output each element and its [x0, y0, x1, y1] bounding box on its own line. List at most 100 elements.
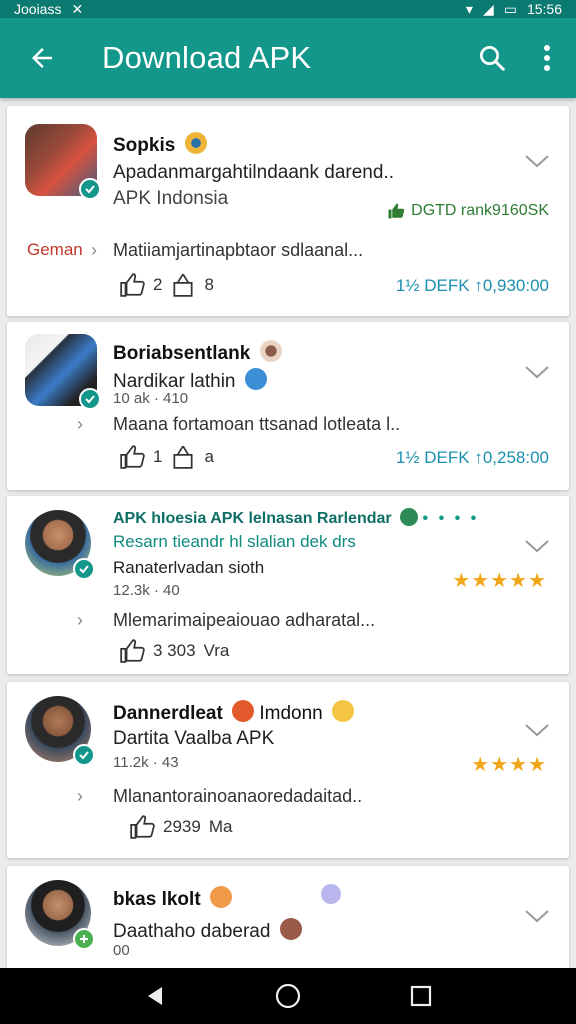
card-meta: 10 ak · 410 — [113, 390, 189, 407]
card-title-text: bkas lkolt — [113, 889, 201, 910]
back-button[interactable] — [12, 28, 72, 88]
dots-icon: • • • • — [422, 510, 480, 527]
card-title-text: APK hIoesia APK lelnasan Rarlendar — [113, 510, 392, 527]
chevron-right-icon: › — [77, 610, 83, 630]
card-title-text: Sopkis — [113, 135, 176, 156]
card-description: Mlemarimaipeaiouao adharatal... — [113, 610, 376, 630]
post-card[interactable]: APK hIoesia APK lelnasan Rarlendar • • •… — [7, 496, 569, 674]
card-title[interactable]: bkas lkolt — [113, 886, 232, 911]
card-title[interactable]: APK hIoesia APK lelnasan Rarlendar • • •… — [113, 508, 479, 528]
face-emoji-icon — [279, 918, 302, 940]
verified-icon — [79, 388, 101, 410]
signal-icon: ◢ — [482, 1, 494, 17]
like-count: 2 — [153, 275, 163, 294]
verified-icon — [73, 744, 95, 766]
wifi-icon: ▾ — [465, 1, 473, 17]
card-subtitle: Resarn tieandr hl slalian dek drs — [113, 532, 356, 551]
card-subtitle: Daathaho daberad — [113, 918, 302, 943]
download-stats: 1½ DEFK ↑0,258:00 — [396, 448, 549, 468]
nav-home-icon[interactable] — [274, 982, 302, 1010]
post-card[interactable]: Boriabsentlank Nardikar lathin 10 ak · 4… — [7, 322, 569, 490]
card-subtitle-text: Daathaho daberad — [113, 921, 271, 942]
verified-icon — [79, 178, 101, 200]
chevron-right-icon: › — [77, 414, 83, 434]
battery-icon: ▭ — [503, 1, 517, 17]
avatar[interactable] — [25, 696, 95, 766]
card-description: Maana fortamoan ttsanad lotleata l.. — [113, 414, 401, 434]
chevron-down-icon[interactable] — [523, 536, 551, 556]
chevron-down-icon[interactable] — [523, 906, 551, 926]
share-count: Ma — [208, 817, 233, 836]
card-subtitle-text: Nardikar lathin — [113, 371, 236, 392]
card-actions: 2939 Ma — [129, 814, 232, 840]
card-title-text: Dannerdleat — [113, 703, 223, 724]
share-count: a — [204, 447, 214, 466]
card-meta: 00 — [113, 942, 130, 959]
avatar[interactable] — [25, 510, 95, 580]
more-vert-icon — [544, 45, 550, 71]
chevron-down-icon[interactable] — [523, 720, 551, 740]
rank-badge: DGTD rank9160SK — [387, 202, 549, 220]
category-tag[interactable]: Geman — [27, 240, 83, 260]
feed: Sopkis Apadanmargahtilndaank darend.. AP… — [0, 98, 576, 968]
verified-icon — [73, 558, 95, 580]
card-meta: 11.2k · 43 — [113, 754, 179, 771]
notification-icon: ✕ — [71, 1, 84, 17]
post-card[interactable]: Sopkis Apadanmargahtilndaank darend.. AP… — [7, 106, 569, 316]
star-rating: ★★★★ — [471, 754, 547, 776]
download-count: ↑0,930:00 — [474, 276, 549, 295]
avatar[interactable] — [25, 880, 95, 950]
info-icon — [321, 884, 341, 904]
card-source: APK Indonsia — [113, 188, 229, 209]
thumb-up-icon[interactable] — [119, 638, 145, 664]
nav-back-icon[interactable] — [143, 984, 167, 1008]
face-emoji-icon — [232, 700, 255, 722]
card-actions: 2 8 — [119, 272, 214, 298]
thumb-up-icon[interactable] — [129, 814, 155, 840]
leaf-emoji-icon — [400, 508, 419, 526]
system-nav-bar — [0, 968, 576, 1024]
card-title[interactable]: Sopkis — [113, 132, 207, 157]
verified-icon — [73, 928, 95, 950]
share-icon[interactable] — [170, 272, 196, 298]
card-title[interactable]: Dannerdleat Imdonn — [113, 700, 355, 725]
card-description: Matiiamjartinapbtaor sdlaanal... — [113, 240, 364, 260]
search-icon — [480, 46, 505, 71]
card-subtitle: Dartita Vaalba APK — [113, 728, 275, 749]
card-source: Ranaterlvadan sioth — [113, 558, 265, 577]
star-rating: ★★★★★ — [452, 570, 547, 592]
chevron-down-icon[interactable] — [523, 151, 551, 171]
download-stats: 1½ DEFK ↑0,930:00 — [396, 276, 549, 296]
card-actions: 3 303 Vra — [119, 638, 229, 664]
app-bar: Download APK — [0, 18, 576, 98]
card-subtitle: Apadanmargahtilndaank darend.. — [113, 162, 394, 183]
thumb-up-icon — [388, 203, 405, 219]
card-actions: 1 a — [119, 444, 214, 470]
thumb-up-icon[interactable] — [119, 444, 145, 470]
face-emoji-icon — [332, 700, 355, 722]
card-meta: 12.3k · 40 — [113, 582, 180, 599]
rank-text: DGTD rank9160SK — [411, 202, 549, 219]
more-options-button[interactable] — [532, 36, 562, 80]
status-left-text: Jooiass — [14, 1, 62, 17]
avatar[interactable] — [25, 334, 101, 410]
card-title-secondary: Imdonn — [259, 703, 323, 724]
globe-emoji-icon — [244, 368, 267, 390]
nav-recents-icon[interactable] — [409, 984, 433, 1008]
download-count: ↑0,258:00 — [474, 448, 549, 467]
avatar[interactable] — [25, 124, 101, 200]
post-card[interactable]: Dannerdleat Imdonn Dartita Vaalba APK 11… — [7, 682, 569, 858]
chevron-right-icon: › — [77, 786, 83, 806]
status-bar: Jooiass ✕ ▾ ◢ ▭ 15:56 — [0, 0, 576, 18]
like-count: 3 303 — [153, 641, 196, 660]
card-title[interactable]: Boriabsentlank — [113, 340, 282, 365]
face-emoji-icon — [259, 340, 282, 362]
thumb-up-icon[interactable] — [119, 272, 145, 298]
share-icon[interactable] — [170, 444, 196, 470]
chevron-down-icon[interactable] — [523, 362, 551, 382]
post-card[interactable]: bkas lkolt Daathaho daberad 00 — [7, 866, 569, 968]
face-emoji-icon — [209, 886, 232, 908]
download-size: 1½ DEFK — [395, 276, 470, 295]
search-button[interactable] — [470, 36, 514, 80]
like-count: 1 — [153, 447, 163, 466]
